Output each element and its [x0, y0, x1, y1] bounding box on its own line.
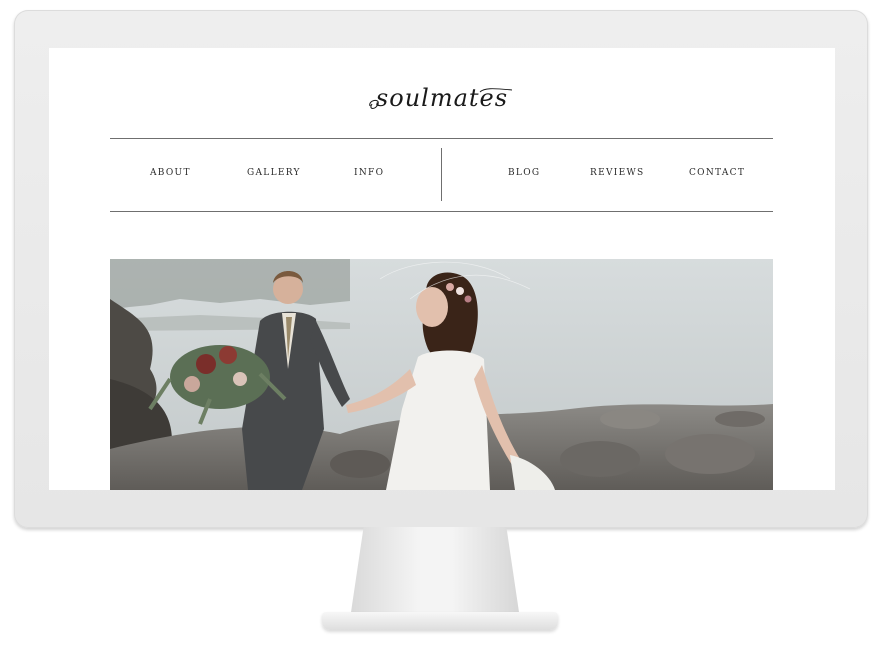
nav-contact[interactable]: CONTACT [689, 168, 745, 178]
monitor-stand [350, 527, 520, 619]
nav-top-rule [110, 138, 773, 139]
nav-center-divider [441, 148, 442, 201]
nav-about[interactable]: ABOUT [150, 168, 191, 178]
wedding-couple-image [110, 259, 773, 490]
nav-bottom-rule [110, 211, 773, 212]
nav-info[interactable]: INFO [354, 168, 384, 178]
nav-reviews[interactable]: REVIEWS [590, 168, 645, 178]
monitor-base [322, 612, 558, 630]
logo-text: soulmates [376, 84, 508, 112]
website-screen: soulmates ABOUT GALLERY INFO BLOG REVIEW… [49, 48, 835, 490]
nav-gallery[interactable]: GALLERY [247, 168, 301, 178]
hero-photo [110, 259, 773, 490]
nav-blog[interactable]: BLOG [508, 168, 540, 178]
site-logo[interactable]: soulmates [49, 70, 835, 120]
